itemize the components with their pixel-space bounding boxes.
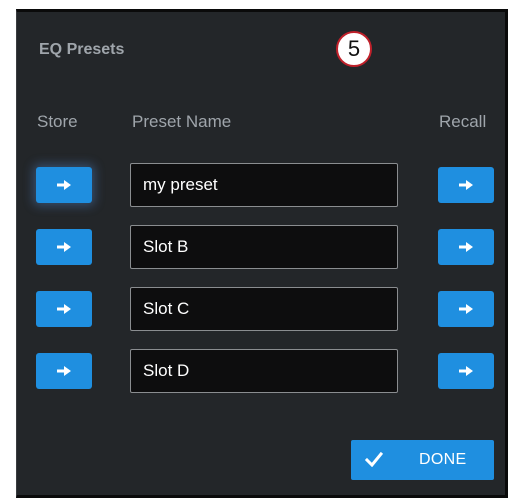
recall-button-1[interactable] [438,167,494,203]
recall-button-2[interactable] [438,229,494,265]
store-button-2[interactable] [36,229,92,265]
arrow-right-icon [57,242,71,252]
step-number-badge: 5 [336,31,372,67]
preset-name-field-4[interactable] [130,349,398,393]
store-button-1[interactable] [36,167,92,203]
eq-presets-dialog: EQ Presets 5 Store Preset Name Recall my… [16,9,508,498]
done-button[interactable]: DONE [351,440,494,480]
arrow-right-icon [459,242,473,252]
store-button-3[interactable] [36,291,92,327]
recall-column-header: Recall [439,112,487,131]
preset-name-field-2[interactable] [130,225,398,269]
arrow-right-icon [57,366,71,376]
dialog-title: EQ Presets [39,41,125,58]
arrow-right-icon [459,180,473,190]
store-column-header: Store [37,112,78,131]
done-button-label: DONE [419,451,467,468]
check-icon [365,452,383,467]
arrow-right-icon [459,304,473,314]
recall-button-4[interactable] [438,353,494,389]
arrow-right-icon [459,366,473,376]
preset-name-field-1[interactable] [130,163,398,207]
preset-name-field-3[interactable] [130,287,398,331]
preset-name-column-header: Preset Name [132,112,232,131]
arrow-right-icon [57,180,71,190]
store-button-4[interactable] [36,353,92,389]
arrow-right-icon [57,304,71,314]
recall-button-3[interactable] [438,291,494,327]
